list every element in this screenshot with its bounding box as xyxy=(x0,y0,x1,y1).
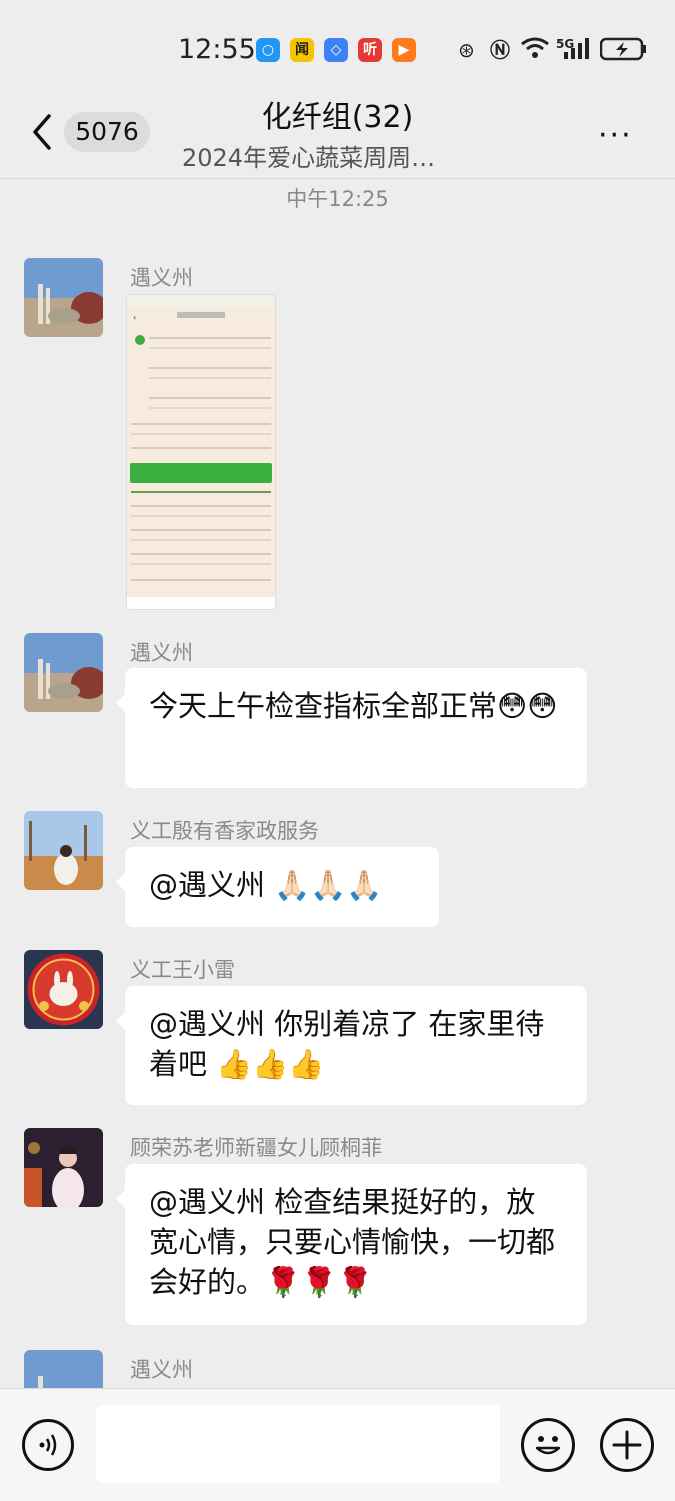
news-app-icon: 闻 xyxy=(290,38,314,62)
message-bubble[interactable]: @遇义州 你别着凉了 在家里待着吧 👍👍👍 xyxy=(116,986,587,1105)
browser-icon: ◇ xyxy=(324,38,348,62)
message-text: @遇义州 检查结果挺好的，放宽心情，只要心情愉快，一切都会好的。🌹🌹🌹 xyxy=(149,1185,556,1299)
status-time: 12:55 xyxy=(178,34,256,65)
wifi-icon xyxy=(520,36,550,64)
avatar[interactable] xyxy=(24,633,103,712)
sender-name: 顾荣苏老师新疆女儿顾桐菲 xyxy=(130,1136,382,1160)
avatar[interactable] xyxy=(24,258,103,337)
sender-name: 遇义州 xyxy=(130,1358,193,1382)
message-text: @遇义州 🙏🏻🙏🏻🙏🏻 xyxy=(149,868,383,902)
flushed-face-emoji: 😳😳 xyxy=(497,689,558,723)
more-options-button[interactable]: ··· xyxy=(598,118,633,153)
avatar[interactable] xyxy=(24,811,103,890)
sender-name: 义工王小雷 xyxy=(130,958,235,982)
qq-icon: ○ xyxy=(256,38,280,62)
signal-icon xyxy=(562,36,592,64)
sender-name: 遇义州 xyxy=(130,266,193,290)
sender-name: 遇义州 xyxy=(130,641,193,665)
message-bubble[interactable]: 今天上午检查指标全部正常😳😳 xyxy=(116,668,587,788)
plus-icon[interactable] xyxy=(600,1418,654,1472)
listen-app-icon: 听 xyxy=(358,38,382,62)
message-bubble[interactable]: @遇义州 🙏🏻🙏🏻🙏🏻 xyxy=(116,847,439,927)
emoji-icon[interactable] xyxy=(521,1418,575,1472)
message-timestamp: 中午12:25 xyxy=(286,187,389,211)
video-app-icon: ▶ xyxy=(392,38,416,62)
avatar[interactable] xyxy=(24,950,103,1029)
status-bar: 12:55 ○ 闻 ◇ 听 ▶ ⊛ Ⓝ 5G xyxy=(0,0,675,100)
header-divider xyxy=(0,178,675,179)
chat-title: 化纤组(32) xyxy=(261,100,414,135)
sender-name: 义工殷有香家政服务 xyxy=(130,819,319,843)
avatar[interactable] xyxy=(24,1128,103,1207)
voice-icon[interactable] xyxy=(22,1419,74,1471)
hd-icon: ⊛ xyxy=(458,38,475,62)
image-message[interactable]: ‹ xyxy=(126,294,276,610)
message-text: 今天上午检查指标全部正常 xyxy=(149,689,498,723)
nfc-icon: Ⓝ xyxy=(490,38,510,62)
chat-subtitle[interactable]: 2024年爱心蔬菜周周… xyxy=(182,138,435,173)
battery-charging-icon xyxy=(599,36,648,64)
message-text: @遇义州 你别着凉了 在家里待着吧 👍👍👍 xyxy=(149,1007,545,1081)
message-bubble[interactable]: @遇义州 检查结果挺好的，放宽心情，只要心情愉快，一切都会好的。🌹🌹🌹 xyxy=(116,1164,587,1325)
message-input[interactable] xyxy=(96,1405,500,1483)
avatar[interactable] xyxy=(24,1350,103,1388)
